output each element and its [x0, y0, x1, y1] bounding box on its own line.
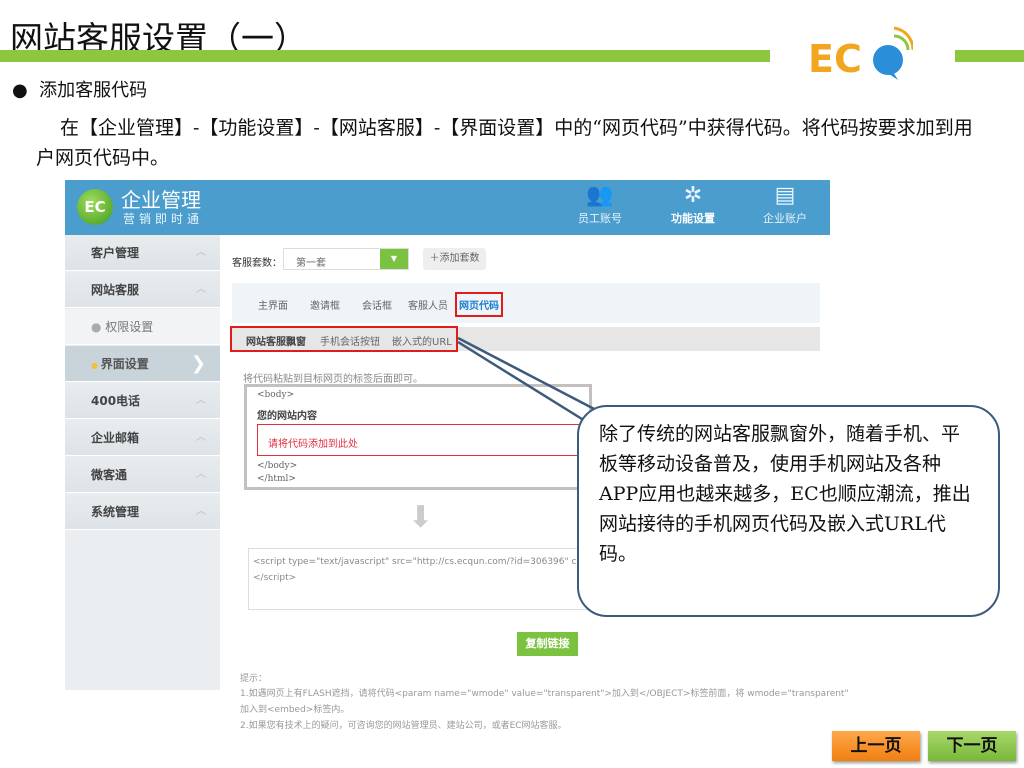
- callout-bubble: 除了传统的网站客服飘窗外，随着手机、平板等移动设备普及，使用手机网站及各种APP…: [577, 405, 1000, 617]
- next-page-button[interactable]: 下一页: [928, 731, 1016, 761]
- prev-page-button[interactable]: 上一页: [832, 731, 920, 761]
- callout-pointer: [457, 336, 601, 426]
